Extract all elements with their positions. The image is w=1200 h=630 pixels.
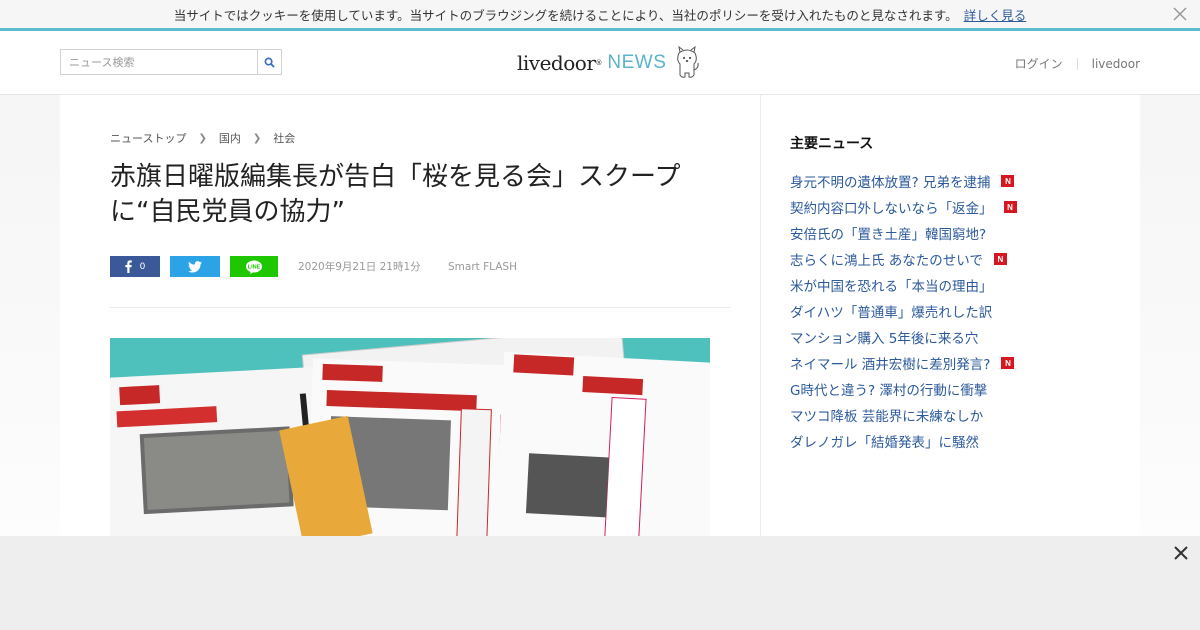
breadcrumb-item-news-top[interactable]: ニューストップ <box>110 130 186 146</box>
news-list-item[interactable]: ダイハツ「普通車」爆売れした訳 <box>790 298 1110 324</box>
news-list-item[interactable]: 契約内容口外しないなら「返金」 N <box>790 194 1110 220</box>
article-hero-image <box>110 338 710 538</box>
logo-livedoor-text: livedoor <box>517 51 596 75</box>
article-meta: 2020年9月21日 21時1分 Smart FLASH <box>298 259 517 274</box>
search-button[interactable] <box>257 50 281 74</box>
cookie-text: 当サイトではクッキーを使用しています。当サイトのブラウジングを続けることにより、… <box>173 7 958 23</box>
sidebar-main-news: 主要ニュース 身元不明の遺体放置? 兄弟を逮捕 N 契約内容口外しないなら「返金」 N… <box>790 133 1110 454</box>
news-list-item[interactable]: 米が中国を恐れる「本当の理由」 <box>790 272 1110 298</box>
news-list-item[interactable]: マンション購入 5年後に来る穴 <box>790 324 1110 350</box>
news-headline: 米が中国を恐れる「本当の理由」 <box>790 279 993 295</box>
search-box <box>60 49 282 75</box>
news-headline: マツコ降板 芸能界に未練なしか <box>790 409 984 425</box>
line-share-button[interactable]: LINE <box>230 256 278 277</box>
new-badge-icon: N <box>1001 175 1015 187</box>
ad-overlay <box>0 536 1200 630</box>
chevron-right-icon: ❯ <box>198 132 207 144</box>
news-list-item[interactable]: 安倍氏の「置き土産」韓国窮地? <box>790 220 1110 246</box>
sidebar-heading: 主要ニュース <box>790 136 874 152</box>
news-headline: 安倍氏の「置き土産」韓国窮地? <box>790 227 987 243</box>
share-row: 0 LINE 2020年9月21日 21時1分 Smart FLASH <box>110 256 517 277</box>
chevron-right-icon: ❯ <box>252 132 262 144</box>
article-date: 2020年9月21日 21時1分 <box>298 261 421 273</box>
breadcrumb-item-society[interactable]: 社会 <box>273 130 295 146</box>
news-headline: 契約内容口外しないなら「返金」 <box>790 201 993 217</box>
news-list-item[interactable]: 身元不明の遺体放置? 兄弟を逮捕 N <box>790 168 1110 194</box>
login-link[interactable]: ログイン <box>1015 55 1063 72</box>
new-badge-icon: N <box>1003 201 1017 213</box>
news-headline: G時代と違う? 澤村の行動に衝撃 <box>790 383 988 399</box>
facebook-share-button[interactable]: 0 <box>110 256 160 277</box>
new-badge-icon: N <box>993 253 1007 265</box>
site-logo[interactable]: livedoor ® NEWS <box>517 45 700 81</box>
news-list-item[interactable]: G時代と違う? 澤村の行動に衝撃 <box>790 376 1110 402</box>
line-icon: LINE <box>246 260 262 274</box>
news-headline: マンション購入 5年後に来る穴 <box>790 331 979 347</box>
logo-news-text: NEWS <box>607 52 667 73</box>
breadcrumb: ニューストップ ❯ 国内 ❯ 社会 <box>110 130 295 146</box>
svg-text:LINE: LINE <box>248 264 261 270</box>
livedoor-link[interactable]: livedoor <box>1092 57 1140 71</box>
news-headline: 志らくに鴻上氏 あなたのせいで <box>790 253 983 269</box>
site-header: livedoor ® NEWS ログイン livedoor <box>0 31 1200 95</box>
news-list-item[interactable]: ダレノガレ「結婚発表」に騒然 <box>790 428 1110 454</box>
article-source[interactable]: Smart FLASH <box>448 261 517 273</box>
search-input[interactable] <box>61 50 258 74</box>
news-list-item[interactable]: ネイマール 酒井宏樹に差別発言? N <box>790 350 1110 376</box>
news-list: 身元不明の遺体放置? 兄弟を逮捕 N 契約内容口外しないなら「返金」 N 安倍氏の「置き… <box>790 168 1110 454</box>
logo-registered-mark: ® <box>595 59 603 67</box>
breadcrumb-item-domestic[interactable]: 国内 <box>219 130 241 146</box>
search-icon <box>264 57 275 68</box>
divider <box>1076 57 1078 70</box>
twitter-share-button[interactable] <box>170 256 220 277</box>
header-links: ログイン livedoor <box>1015 55 1140 72</box>
cookie-details-link[interactable]: 詳しく見る <box>964 5 1027 24</box>
news-list-item[interactable]: 志らくに鴻上氏 あなたのせいで N <box>790 246 1110 272</box>
facebook-share-count: 0 <box>139 261 146 272</box>
cookie-banner: 当サイトではクッキーを使用しています。当サイトのブラウジングを続けることにより、… <box>0 0 1200 31</box>
dog-mascot-icon <box>677 46 700 78</box>
news-list-item[interactable]: マツコ降板 芸能界に未練なしか <box>790 402 1110 428</box>
divider <box>110 307 730 308</box>
news-headline: ダレノガレ「結婚発表」に騒然 <box>790 435 979 451</box>
newspaper-collage-image <box>110 338 710 538</box>
news-headline: 身元不明の遺体放置? 兄弟を逮捕 <box>790 175 991 191</box>
close-icon[interactable] <box>1172 6 1188 22</box>
news-headline: ダイハツ「普通車」爆売れした訳 <box>790 305 993 321</box>
news-headline: ネイマール 酒井宏樹に差別発言? <box>790 357 991 373</box>
facebook-icon <box>125 260 132 273</box>
new-badge-icon: N <box>1001 357 1015 369</box>
close-icon[interactable] <box>1172 544 1190 562</box>
twitter-icon <box>188 260 202 273</box>
article-title: 赤旗日曜版編集長が告白「桜を見る会」スクープに“自民党員の協力” <box>110 162 681 227</box>
